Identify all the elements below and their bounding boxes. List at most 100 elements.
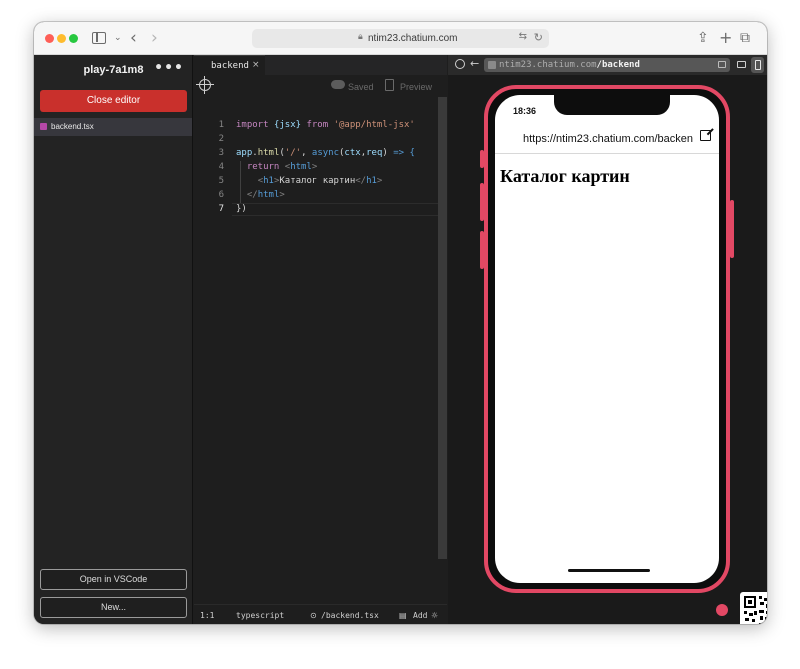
code-token: ctx: [344, 148, 361, 158]
forward-icon[interactable]: ›: [151, 29, 158, 47]
code-token: async: [311, 148, 339, 158]
line-number: 6: [218, 190, 224, 200]
preview-url-host: ntim23.chatium.com: [499, 60, 597, 70]
browser-window: ⌄ ‹ › 🔒︎ ntim23.chatium.com ⇆ ↻ ⇪ + ⧉ pl…: [34, 22, 767, 624]
home-indicator: [568, 569, 650, 572]
page-heading: Каталог картин: [500, 166, 630, 186]
phone-side-button: [730, 200, 734, 258]
code-line-6[interactable]: </html>: [236, 190, 285, 200]
tab-overview-icon[interactable]: ⧉: [740, 29, 750, 47]
file-path-icon: ⊙: [310, 611, 317, 620]
sidebar-toggle-icon[interactable]: [92, 32, 106, 44]
line-number: 5: [218, 176, 224, 186]
status-time: 18:36: [513, 106, 537, 116]
code-token: return: [246, 162, 280, 172]
code-token: html: [290, 162, 312, 172]
add-button[interactable]: Add: [413, 611, 427, 620]
code-line-5[interactable]: <h1>Каталог картин</h1>: [236, 176, 383, 186]
new-file-button[interactable]: New...: [40, 597, 187, 618]
code-token: }): [236, 204, 247, 214]
code-token: ,: [301, 148, 312, 158]
code-token: >: [311, 162, 318, 172]
code-token: >: [279, 190, 285, 200]
code-token: h1: [366, 176, 377, 186]
tab-backend[interactable]: backend ×: [194, 55, 265, 75]
crosshair-icon[interactable]: [455, 59, 465, 69]
new-tab-icon[interactable]: +: [719, 29, 732, 47]
reload-icon[interactable]: ↻: [534, 31, 543, 44]
close-window-button[interactable]: [45, 34, 54, 43]
tsx-file-icon: [40, 123, 47, 130]
more-options-icon[interactable]: •••: [154, 60, 184, 76]
back-icon[interactable]: ‹: [130, 29, 137, 47]
code-token: </: [246, 190, 258, 200]
code-token: => {: [387, 148, 415, 158]
code-token: '@app/html-jsx': [333, 120, 415, 130]
address-bar[interactable]: 🔒︎ ntim23.chatium.com ⇆ ↻: [252, 29, 549, 48]
phone-url: https://ntim23.chatium.com/backen: [523, 133, 693, 145]
code-line-3[interactable]: app.html('/', async(ctx,req) => {: [236, 148, 415, 158]
editor-scrollbar[interactable]: [438, 97, 447, 559]
code-line-7[interactable]: }): [236, 204, 247, 214]
code-token: '/': [284, 148, 302, 158]
open-in-vscode-button[interactable]: Open in VSCode: [40, 569, 187, 590]
code-token: from: [306, 120, 329, 130]
desktop-view-icon[interactable]: [737, 61, 746, 68]
external-link-icon[interactable]: [700, 130, 711, 141]
open-window-icon[interactable]: [718, 61, 726, 68]
close-editor-button[interactable]: Close editor: [40, 90, 187, 112]
address-url: ntim23.chatium.com: [368, 33, 458, 44]
close-tab-icon[interactable]: ×: [252, 60, 260, 70]
code-token: Каталог картин: [279, 176, 356, 186]
qr-code-icon[interactable]: [740, 592, 767, 624]
phone-notch: [554, 95, 670, 115]
line-number: 1: [218, 120, 224, 130]
mobile-view-icon[interactable]: [751, 57, 764, 73]
preview-pane: ← ntim23.chatium.com/backend 18:36 https…: [448, 55, 767, 624]
preview-url: ntim23.chatium.com/backend: [499, 60, 640, 70]
line-number: 4: [218, 162, 224, 172]
gear-icon[interactable]: ☼: [431, 611, 438, 620]
code-token: {jsx}: [273, 120, 302, 130]
code-line-1[interactable]: import {jsx} from '@app/html-jsx': [236, 120, 415, 130]
code-token: html: [257, 148, 280, 158]
qr-code-graphic: [744, 596, 767, 624]
preview-toolbar: ← ntim23.chatium.com/backend: [448, 55, 767, 75]
file-label: backend.tsx: [51, 122, 94, 131]
file-path: /backend.tsx: [321, 611, 379, 620]
divider: [495, 153, 719, 154]
code-token: >: [376, 176, 383, 186]
cloud-icon: [331, 80, 345, 89]
crosshair-icon[interactable]: [196, 76, 214, 94]
file-item-backend[interactable]: backend.tsx: [34, 118, 192, 136]
browser-toolbar: ⌄ ‹ › 🔒︎ ntim23.chatium.com ⇆ ↻ ⇪ + ⧉: [34, 22, 767, 55]
preview-icon[interactable]: [385, 79, 394, 91]
minimize-window-button[interactable]: [57, 34, 66, 43]
share-icon[interactable]: ⇪: [697, 29, 709, 47]
record-icon[interactable]: [716, 604, 728, 616]
translate-icon[interactable]: ⇆: [519, 31, 527, 42]
code-token: html: [257, 190, 280, 200]
line-number: 3: [218, 148, 224, 158]
back-arrow-icon[interactable]: ←: [470, 57, 479, 70]
code-token: h1: [263, 176, 274, 186]
current-line-highlight: [232, 203, 438, 216]
line-number: 2: [218, 134, 224, 144]
code-line-4[interactable]: return <html>: [236, 162, 317, 172]
code-token: app: [236, 148, 253, 158]
chevron-down-icon[interactable]: ⌄: [114, 29, 122, 47]
language-mode[interactable]: typescript: [236, 611, 284, 620]
editor-tabbar: backend ×: [194, 55, 447, 75]
saved-status: Saved: [348, 82, 374, 92]
tab-label: backend: [211, 61, 249, 71]
code-token: req: [366, 148, 383, 158]
cursor-position: 1:1: [200, 611, 215, 620]
phone-screen: 18:36 https://ntim23.chatium.com/backen …: [495, 95, 719, 583]
zoom-window-button[interactable]: [69, 34, 78, 43]
code-token: import: [236, 120, 269, 130]
phone-frame: 18:36 https://ntim23.chatium.com/backen …: [484, 85, 730, 593]
page-icon: [488, 61, 496, 69]
preview-url-bar[interactable]: ntim23.chatium.com/backend: [484, 58, 730, 72]
code-editor: backend × Saved Preview 1 2 3 4 5 6 7 im…: [194, 55, 447, 624]
preview-button[interactable]: Preview: [400, 82, 432, 92]
